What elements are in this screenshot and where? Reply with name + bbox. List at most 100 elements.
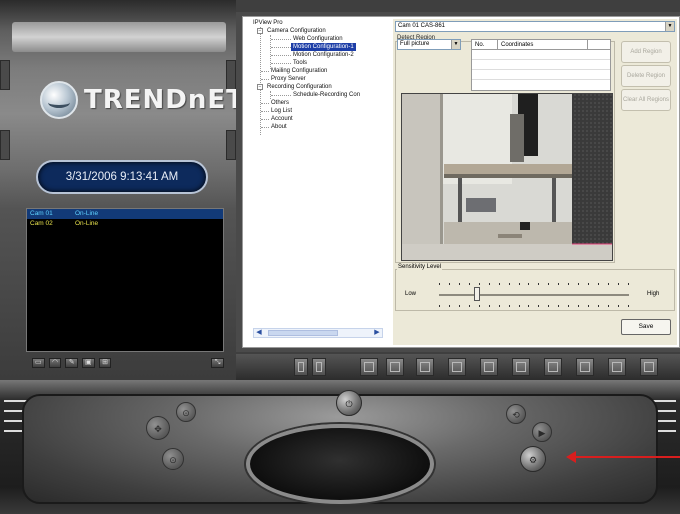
slider-tick	[478, 305, 480, 307]
sensitivity-label: Sensitivity Level	[397, 264, 443, 270]
slider-tick	[508, 283, 510, 285]
split-screen-icon[interactable]	[544, 358, 562, 376]
slider-tick	[598, 283, 599, 285]
slider-ticks-bottom	[439, 305, 629, 307]
left-panel: TRENDnET 3/31/2006 9:13:41 AM Cam 01 On-…	[0, 0, 244, 380]
tree-item-tools[interactable]: Tools	[293, 59, 307, 67]
tree-item-log-list[interactable]: Log List	[271, 107, 292, 115]
split-screen-icon[interactable]	[512, 358, 530, 376]
tree-item-others[interactable]: Others	[271, 99, 289, 107]
slider-tick	[568, 283, 570, 285]
tree-guide	[271, 95, 291, 96]
split-screen-icon[interactable]	[480, 358, 498, 376]
settings-knob-icon[interactable]: ⚙	[520, 446, 546, 472]
playback-icon[interactable]: ▣	[82, 358, 95, 368]
add-region-button[interactable]: Add Region	[621, 41, 671, 63]
slider-tick	[607, 305, 609, 307]
slider-tick	[518, 283, 520, 285]
record-icon[interactable]: ◠	[48, 358, 62, 368]
table-row[interactable]	[472, 60, 610, 70]
tree-item-motion-configuration-1[interactable]: Motion Configuration-1	[291, 43, 356, 51]
split-screen-icon[interactable]	[386, 358, 404, 376]
pan-up-icon[interactable]: ⊙	[176, 402, 196, 422]
tree-item-mailing-configuration[interactable]: Mailing Configuration	[271, 67, 327, 75]
tree-item-motion-configuration-2[interactable]: Motion Configuration-2	[293, 51, 354, 59]
split-screen-icon[interactable]	[608, 358, 626, 376]
rewind-icon[interactable]: ⟲	[506, 404, 526, 424]
pan-down-icon[interactable]: ⊙	[162, 448, 184, 470]
zoom-icon[interactable]: ⊞	[98, 358, 112, 368]
power-icon[interactable]: ⏻	[336, 390, 362, 416]
tree-guide	[271, 55, 291, 56]
tree-guide	[271, 47, 291, 48]
datetime-display: 3/31/2006 9:13:41 AM	[36, 160, 208, 194]
split-screen-icon[interactable]	[448, 358, 466, 376]
sensitivity-slider-thumb[interactable]	[474, 287, 480, 301]
split-screen-icon[interactable]	[576, 358, 594, 376]
chevron-down-icon[interactable]: ▼	[451, 40, 460, 49]
tree-item-web-configuration[interactable]: Web Configuration	[293, 35, 343, 43]
tree-item-proxy-server[interactable]: Proxy Server	[271, 75, 306, 83]
camera-list-item[interactable]: Cam 02 On-Line	[27, 219, 223, 229]
clear-all-regions-button[interactable]: Clear All Regions	[621, 89, 671, 111]
split-screen-toolbar	[236, 354, 680, 380]
ipview-pro-app: TRENDnET 3/31/2006 9:13:41 AM Cam 01 On-…	[0, 0, 680, 514]
split-screen-icon[interactable]	[640, 358, 658, 376]
tree-item-root[interactable]: IPView Pro	[253, 19, 283, 27]
tree-item-recording-configuration[interactable]: Recording Configuration	[267, 83, 332, 91]
snapshot-icon[interactable]: ▭	[32, 358, 45, 368]
tree-item-account[interactable]: Account	[271, 115, 293, 123]
slider-tick	[558, 305, 560, 307]
slider-tick	[568, 305, 570, 307]
tree-item-camera-configuration[interactable]: Camera Configuration	[267, 27, 326, 35]
collapse-icon[interactable]: −	[257, 28, 263, 34]
column-header-no: No.	[472, 40, 498, 49]
tree-guide	[271, 39, 291, 40]
region-table-header: No. Coordinates	[472, 40, 610, 50]
scroll-thumb[interactable]	[268, 330, 338, 336]
pan-left-icon[interactable]: ✥	[146, 416, 170, 440]
tree-guide	[271, 63, 291, 64]
slider-tick	[627, 283, 629, 285]
slider-tick	[578, 305, 580, 307]
sensitivity-slider[interactable]	[439, 294, 629, 296]
save-button[interactable]: Save	[621, 319, 671, 335]
camera-list-item[interactable]: Cam 01 On-Line	[27, 209, 223, 219]
split-screen-icon[interactable]	[312, 358, 326, 376]
exit-icon[interactable]: ⤡	[211, 358, 225, 368]
camera-status: On-Line	[75, 220, 99, 227]
camera-name: Cam 01	[30, 210, 53, 217]
region-table[interactable]: No. Coordinates	[471, 39, 611, 91]
split-screen-icon[interactable]	[360, 358, 378, 376]
tree-guide	[261, 119, 269, 120]
slider-tick	[498, 283, 500, 285]
tree-item-about[interactable]: About	[271, 123, 287, 131]
sensitivity-low-label: Low	[405, 291, 417, 297]
tree-item-schedule-recording[interactable]: Schedule-Recording Con	[293, 91, 360, 99]
camera-select[interactable]: Cam 01 CAS-861 ▼	[395, 21, 675, 32]
camera-preview[interactable]	[401, 93, 613, 261]
chevron-down-icon[interactable]: ▼	[665, 22, 674, 31]
split-screen-icon[interactable]	[294, 358, 308, 376]
region-select[interactable]: Full picture ▼	[397, 39, 461, 50]
split-screen-icon[interactable]	[416, 358, 434, 376]
delete-region-button[interactable]: Delete Region	[621, 65, 671, 87]
play-icon[interactable]: ▶	[532, 422, 552, 442]
tree-horizontal-scrollbar[interactable]: ◀ ▶	[253, 328, 383, 338]
config-window: IPView Pro − Camera Configuration Web Co…	[242, 16, 680, 348]
table-row[interactable]	[472, 70, 610, 80]
slider-tick	[498, 305, 500, 307]
scroll-right-icon[interactable]: ▶	[372, 329, 382, 337]
slider-tick	[538, 283, 540, 285]
slider-tick	[439, 283, 440, 285]
camera-image	[402, 94, 612, 260]
settings-icon[interactable]: ✎	[65, 358, 79, 368]
console-display-oval	[246, 424, 434, 504]
slider-tick	[508, 305, 510, 307]
side-rib	[226, 130, 236, 160]
camera-list[interactable]: Cam 01 On-Line Cam 02 On-Line	[26, 208, 224, 352]
slider-tick	[448, 305, 450, 307]
table-row[interactable]	[472, 50, 610, 60]
collapse-icon[interactable]: −	[257, 84, 263, 90]
scroll-left-icon[interactable]: ◀	[254, 329, 264, 337]
